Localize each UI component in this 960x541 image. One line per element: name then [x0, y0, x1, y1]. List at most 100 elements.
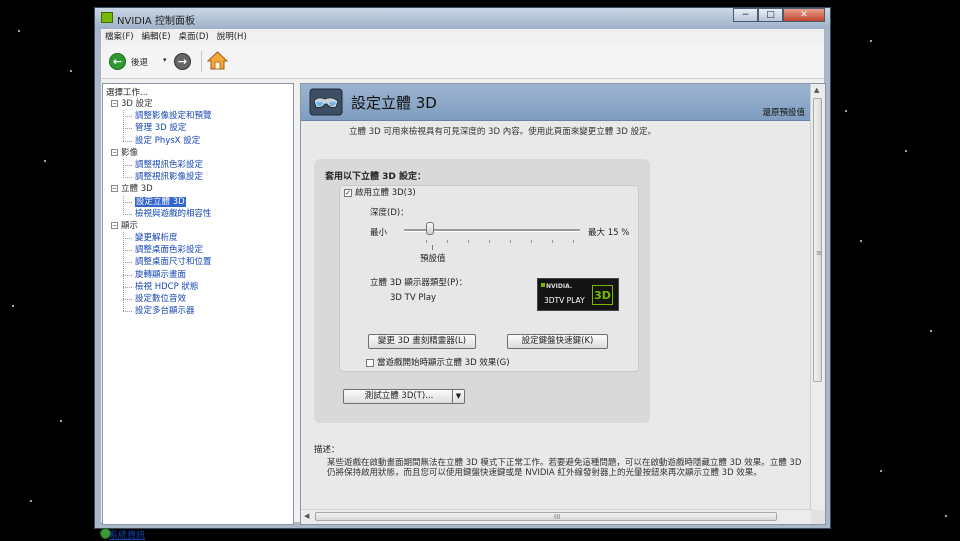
- tree-item-label: 設定 PhysX 設定: [135, 135, 201, 146]
- content-pane: 設定立體 3D 還原預設值 立體 3D 可用來檢視具有可見深度的 3D 內容。使…: [300, 83, 826, 525]
- test-stereo-3d-label[interactable]: 測試立體 3D(T)...: [344, 390, 454, 403]
- title-bar[interactable]: NVIDIA 控制面板 − □ ✕: [95, 8, 830, 29]
- home-icon[interactable]: [207, 51, 228, 71]
- dropdown-arrow-icon[interactable]: ▼: [452, 390, 464, 403]
- tree-item-digital-audio[interactable]: 設定數位音效: [103, 293, 293, 305]
- description-label: 描述：: [314, 445, 340, 455]
- tree-category-stereo-3d[interactable]: − 立體 3D: [103, 183, 293, 195]
- 3dtv-play-logo: NVIDIA. 3DTV PLAY 3D: [537, 278, 619, 311]
- collapse-toggle-icon[interactable]: −: [111, 221, 118, 229]
- slider-tick: [426, 240, 427, 243]
- close-button[interactable]: ✕: [783, 8, 825, 22]
- nvidia-eye-icon: [541, 283, 545, 287]
- tree-item-resolution[interactable]: 變更解析度: [103, 232, 293, 244]
- logo-product: 3DTV PLAY: [544, 296, 585, 305]
- tree-category-label: 顯示: [121, 220, 139, 231]
- star: [870, 40, 872, 42]
- star: [905, 150, 907, 152]
- depth-slider-thumb[interactable]: [426, 222, 434, 235]
- toolbar: ← 後退 ▾ →: [101, 45, 824, 79]
- window-controls: − □ ✕: [733, 8, 825, 23]
- depth-label: 深度(D)：: [370, 208, 409, 218]
- vertical-scroll-thumb[interactable]: ≡: [813, 98, 822, 382]
- tree-item-label: 設定多台顯示器: [135, 306, 195, 317]
- restore-defaults-link[interactable]: 還原預設值: [762, 106, 805, 118]
- settings-panel: 套用以下立體 3D 設定： ✓ 啟用立體 3D(3) 深度(D)： 最小 最大 1…: [314, 159, 650, 423]
- scroll-up-icon[interactable]: ▲: [814, 86, 819, 94]
- tree-item-label: 調整影像設定和預覽: [135, 111, 212, 122]
- collapse-toggle-icon[interactable]: −: [111, 100, 118, 107]
- checkbox-label: 當遊戲開始時顯示立體 3D 效果(G): [377, 358, 510, 368]
- section-title: 套用以下立體 3D 設定：: [325, 172, 427, 182]
- star: [860, 240, 862, 242]
- tree-item-label: 調整桌面尺寸和位置: [135, 257, 212, 268]
- description-text: 某些遊戲在啟動畫面期間無法在立體 3D 模式下正常工作。若要避免這種問題，可以在…: [327, 458, 802, 478]
- tree-item-rotate[interactable]: 旋轉顯示畫面: [103, 269, 293, 281]
- collapse-toggle-icon[interactable]: −: [111, 185, 118, 193]
- collapse-toggle-icon[interactable]: −: [111, 148, 118, 156]
- logo-brand: NVIDIA.: [546, 283, 573, 290]
- test-stereo-3d-dropdown[interactable]: 測試立體 3D(T)... ▼: [343, 389, 465, 404]
- tree-item-adjust-image-preview[interactable]: 調整影像設定和預覽: [103, 110, 293, 122]
- star: [60, 420, 62, 422]
- tree-category-3d-settings[interactable]: −3D 設定: [103, 98, 293, 110]
- menu-file[interactable]: 檔案(F): [101, 29, 138, 45]
- maximize-button[interactable]: □: [758, 8, 783, 22]
- tree-item-desktop-size[interactable]: 調整桌面尺寸和位置: [103, 256, 293, 268]
- slider-tick: [510, 240, 511, 243]
- tree-item-physx[interactable]: 設定 PhysX 設定: [103, 135, 293, 147]
- forward-arrow-icon[interactable]: →: [174, 53, 191, 70]
- tree-item-set-stereo-3d[interactable]: 設定立體 3D: [103, 196, 293, 208]
- tree-item-multi-display[interactable]: 設定多台顯示器: [103, 305, 293, 317]
- tree-item-label: 調整視訊色彩設定: [135, 159, 204, 170]
- tree-item-label: 檢視與遊戲的相容性: [135, 208, 212, 219]
- star: [18, 30, 20, 32]
- vertical-scrollbar[interactable]: ▲ ≡: [810, 84, 825, 512]
- scrollbar-corner: [811, 510, 825, 524]
- tree-item-desktop-color[interactable]: 調整桌面色彩設定: [103, 244, 293, 256]
- depth-min-label: 最小: [370, 228, 388, 238]
- tree-item-label: 設定數位音效: [135, 294, 187, 304]
- checkbox-box[interactable]: [366, 358, 374, 367]
- tree-item-hdcp[interactable]: 檢視 HDCP 狀態: [103, 281, 293, 293]
- setup-wizard-button[interactable]: 變更 3D 畫刻精靈器(L): [368, 334, 476, 349]
- menu-desktop[interactable]: 桌面(D): [175, 29, 213, 45]
- page-subtitle: 立體 3D 可用來檢視具有可見深度的 3D 內容。使用此頁面來變更立體 3D 設…: [349, 127, 657, 137]
- scroll-left-icon[interactable]: ◀: [304, 512, 309, 520]
- window-body: 檔案(F) 編輯(E) 桌面(D) 說明(H) ← 後退 ▾ → 選擇工作...: [100, 29, 826, 541]
- page-title: 設定立體 3D: [351, 94, 437, 112]
- star: [44, 160, 46, 162]
- enable-stereo-3d-checkbox[interactable]: ✓ 啟用立體 3D(3): [344, 186, 416, 198]
- menu-bar: 檔案(F) 編輯(E) 桌面(D) 說明(H): [101, 29, 824, 45]
- tree-item-video-color[interactable]: 調整視訊色彩設定: [103, 159, 293, 171]
- set-hotkeys-button[interactable]: 設定鍵盤快速鍵(K): [507, 334, 608, 349]
- default-marker: [432, 245, 433, 250]
- window-title: NVIDIA 控制面板: [117, 16, 195, 27]
- history-dropdown-icon[interactable]: ▾: [163, 56, 167, 64]
- checkbox-label: 啟用立體 3D(3): [355, 188, 416, 198]
- tree-category-display[interactable]: − 顯示: [103, 220, 293, 232]
- checkbox-box[interactable]: ✓: [344, 188, 352, 197]
- menu-help[interactable]: 說明(H): [213, 29, 251, 45]
- horizontal-scrollbar[interactable]: ◀ III: [301, 509, 813, 524]
- back-arrow-icon[interactable]: ←: [109, 53, 126, 70]
- tree-item-manage-3d[interactable]: 管理 3D 設定: [103, 122, 293, 134]
- tree-item-game-compat[interactable]: 檢視與遊戲的相容性: [103, 208, 293, 220]
- tree-category-video[interactable]: − 影像: [103, 147, 293, 159]
- stereo-3d-glasses-icon: [309, 88, 343, 116]
- back-button-label[interactable]: 後退: [131, 56, 148, 68]
- star: [845, 110, 847, 112]
- tree-item-label: 檢視 HDCP 狀態: [135, 281, 199, 292]
- tree-item-video-image[interactable]: 調整視訊影像設定: [103, 171, 293, 183]
- hide-3d-on-game-start-checkbox[interactable]: 當遊戲開始時顯示立體 3D 效果(G): [366, 356, 510, 368]
- minimize-button[interactable]: −: [733, 8, 758, 22]
- tree-category-label: 立體 3D: [121, 184, 153, 195]
- star: [945, 515, 947, 517]
- toolbar-separator: [201, 51, 202, 72]
- slider-tick: [468, 240, 469, 243]
- system-info-link[interactable]: 系統資訊: [109, 528, 145, 541]
- tree-category-label: 影像: [121, 147, 139, 158]
- menu-edit[interactable]: 編輯(E): [138, 29, 175, 45]
- tree-item-label: 調整桌面色彩設定: [135, 245, 204, 256]
- horizontal-scroll-thumb[interactable]: III: [315, 512, 777, 521]
